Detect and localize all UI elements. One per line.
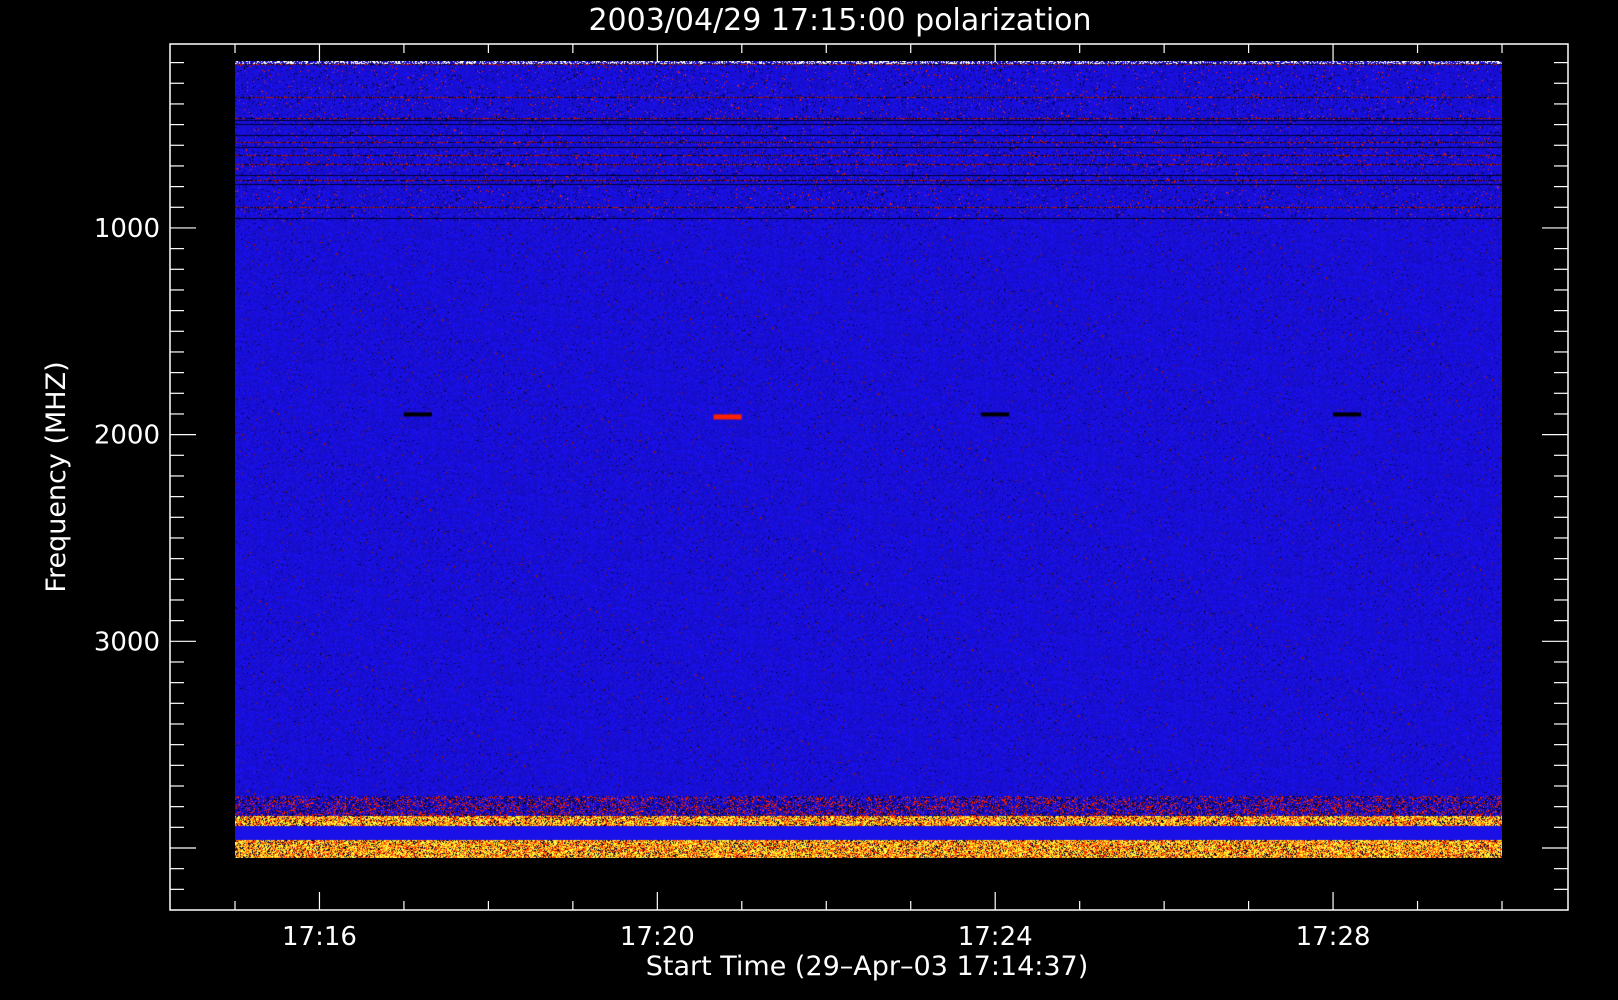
heatmap xyxy=(235,60,1502,859)
heatmap-image xyxy=(235,60,1502,859)
x-tick-label: 17:24 xyxy=(958,922,1033,952)
chart-title: 2003/04/29 17:15:00 polarization xyxy=(588,3,1091,38)
y-tick-label: 2000 xyxy=(94,421,160,451)
spectrogram-chart: 2003/04/29 17:15:00 polarization 17:16 17… xyxy=(0,0,1618,1000)
y-tick-label: 3000 xyxy=(94,627,160,657)
y-tick-label: 1000 xyxy=(94,214,160,244)
x-tick-label: 17:28 xyxy=(1296,922,1371,952)
x-tick-label: 17:20 xyxy=(620,922,695,952)
heatmap-canvas xyxy=(235,60,1502,859)
y-axis-label: Frequency (MHZ) xyxy=(41,361,72,592)
x-axis-label: Start Time (29–Apr–03 17:14:37) xyxy=(646,951,1089,982)
x-tick-label: 17:16 xyxy=(282,922,357,952)
